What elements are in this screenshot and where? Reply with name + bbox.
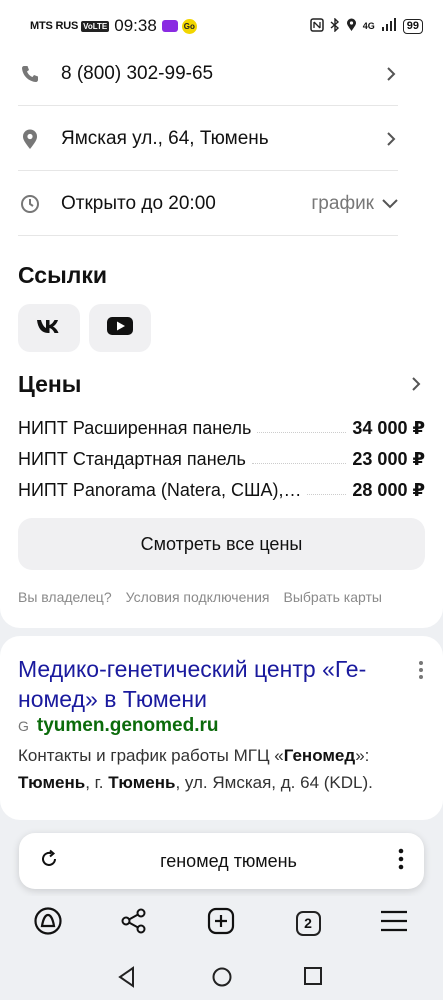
price-name: НИПТ Стандартная панель	[18, 448, 246, 469]
location-icon	[346, 18, 357, 35]
tabs-button[interactable]: 2	[291, 906, 325, 940]
address-row[interactable]: Ямская ул., 64, Тюмень	[18, 107, 398, 171]
prices-title: Цены	[18, 371, 82, 397]
owner-link[interactable]: Вы владелец?	[18, 589, 112, 605]
price-row[interactable]: НИПТ Расширенная панель 34 000 ₽	[18, 414, 425, 442]
price-dots	[307, 493, 347, 495]
clock: 09:38	[114, 16, 157, 35]
more-vertical-icon[interactable]	[416, 660, 426, 680]
alice-icon	[33, 906, 63, 941]
go-app-icon: Go	[181, 18, 197, 34]
carrier-label: MTS RUS	[30, 20, 79, 32]
hamburger-icon	[380, 910, 408, 937]
hours-text: Открыто до 20:00	[61, 192, 216, 214]
new-tab-button[interactable]	[204, 906, 238, 940]
price-value: 28 000 ₽	[352, 479, 425, 500]
chevron-right-icon	[384, 131, 398, 146]
snippet-text: , г.	[85, 773, 109, 792]
menu-button[interactable]	[377, 906, 411, 940]
share-button[interactable]	[117, 906, 151, 940]
price-value: 34 000 ₽	[352, 417, 425, 438]
phone-icon	[18, 62, 42, 86]
chevron-right-icon	[384, 66, 398, 81]
schedule-toggle[interactable]: график	[311, 193, 398, 215]
price-value: 23 000 ₽	[352, 448, 425, 469]
tabs-count: 2	[295, 910, 321, 936]
snippet-highlight: Тюмень	[108, 773, 176, 792]
chevron-down-icon	[382, 193, 398, 215]
battery-icon: 99	[402, 18, 423, 34]
all-prices-button[interactable]: Смотреть все цены	[18, 518, 425, 570]
browser-bottom-nav: 2	[0, 896, 443, 951]
phone-row[interactable]: 8 (800) 302-99-65	[18, 42, 398, 106]
snippet-highlight: Геномед	[283, 746, 356, 765]
search-bar[interactable]: геномед тюмень	[19, 833, 424, 889]
price-dots	[251, 462, 347, 464]
price-row[interactable]: НИПТ Стандартная панель 23 000 ₽	[18, 445, 425, 473]
clock-icon	[18, 192, 42, 216]
system-nav-bar	[0, 952, 443, 1000]
favicon-icon: G	[18, 718, 29, 734]
price-name: НИПТ Panorama (Natera, США),…	[18, 479, 302, 500]
choose-maps-link[interactable]: Выбрать карты	[284, 589, 382, 605]
back-icon[interactable]	[117, 966, 139, 988]
nfc-icon	[309, 17, 324, 35]
bluetooth-icon	[330, 16, 340, 35]
links-title: Ссылки	[18, 262, 108, 288]
schedule-label: график	[311, 192, 374, 214]
reload-icon[interactable]	[39, 849, 59, 874]
result-title-link[interactable]: Медико-генетический центр «Ге­номед» в Т…	[18, 654, 403, 714]
result-url-row[interactable]: G tyumen.genomed.ru	[18, 715, 218, 737]
youtube-link-button[interactable]	[89, 304, 151, 352]
youtube-icon	[107, 316, 133, 340]
snippet-text: »:	[355, 746, 370, 765]
hours-row[interactable]: Открыто до 20:00 график	[18, 172, 398, 236]
terms-link[interactable]: Условия подключения	[126, 589, 270, 605]
phone-number: 8 (800) 302-99-65	[61, 62, 214, 84]
volte-icon: VoLTE	[81, 20, 110, 32]
share-icon	[120, 907, 148, 940]
snippet-highlight: Тюмень	[18, 773, 86, 792]
recents-icon[interactable]	[303, 966, 325, 988]
alice-assistant-button[interactable]	[31, 906, 65, 940]
price-name: НИПТ Расширенная панель	[18, 417, 252, 438]
price-row[interactable]: НИПТ Panorama (Natera, США),… 28 000 ₽	[18, 476, 425, 504]
network-label: 4G	[362, 21, 375, 31]
home-icon[interactable]	[211, 966, 233, 988]
prices-chevron-icon[interactable]	[409, 377, 423, 396]
map-pin-icon	[18, 127, 42, 151]
footer-links: Вы владелец? Условия подключения Выбрать…	[18, 589, 382, 605]
snippet-text: Контакты и график работы МГЦ «	[18, 746, 284, 765]
status-icons: 4G 99	[309, 16, 423, 35]
result-url: tyumen.genomed.ru	[36, 715, 219, 736]
address-text: Ямская ул., 64, Тюмень	[61, 127, 269, 149]
app-notification-icon	[161, 20, 178, 32]
signal-icon	[381, 18, 397, 34]
vk-link-button[interactable]	[18, 304, 80, 352]
vk-icon	[36, 318, 62, 339]
more-vertical-icon[interactable]	[398, 848, 404, 875]
price-dots	[257, 431, 347, 433]
plus-square-icon	[207, 907, 235, 940]
result-snippet: Контакты и график работы МГЦ «Геномед»: …	[18, 742, 428, 796]
snippet-text: , ул. Ямская, д. 64 (KDL).	[175, 773, 373, 792]
search-query[interactable]: геномед тюмень	[59, 851, 398, 872]
